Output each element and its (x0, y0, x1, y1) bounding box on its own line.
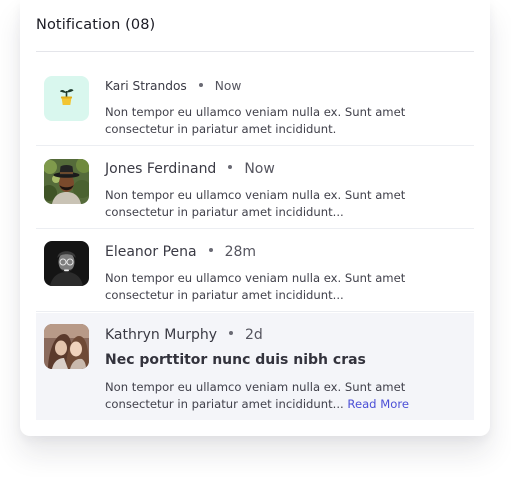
read-more-link[interactable]: Read More (347, 397, 409, 411)
person-photo-icon (44, 159, 89, 204)
separator-dot (198, 82, 203, 87)
message-line: consectetur in pariatur amet incididunt. (105, 122, 337, 136)
plant-pot-icon (60, 89, 74, 105)
sender-name: Jones Ferdinand (105, 161, 217, 177)
message-line: Non tempor eu ullamco veniam nulla ex. S… (105, 271, 406, 285)
sender-name: Eleanor Pena (105, 244, 197, 260)
name-time-row: Eleanor Pena 28m (105, 244, 256, 260)
message-line: Non tempor eu ullamco veniam nulla ex. S… (105, 380, 406, 394)
timestamp: Now (244, 161, 275, 177)
message-line: consectetur in pariatur amet incididunt.… (105, 288, 344, 302)
name-time-row: Kathryn Murphy 2d (105, 327, 263, 343)
separator-dot (208, 248, 213, 252)
notification-item-jones-ferdinand[interactable]: Jones Ferdinand Now Non tempor eu ullamco… (36, 146, 474, 229)
name-time-row: Kari Strandos Now (105, 79, 241, 93)
timestamp: Now (214, 79, 242, 93)
notification-item-kari-strandos[interactable]: Kari Strandos Now Non tempor eu ullamco v… (36, 63, 474, 146)
message-line: consectetur in pariatur amet incididunt.… (105, 205, 344, 219)
message-text: Non tempor eu ullamco veniam nulla ex. S… (105, 104, 465, 138)
message-line: Non tempor eu ullamco veniam nulla ex. S… (105, 105, 406, 119)
sender-name: Kathryn Murphy (105, 327, 217, 343)
person-photo-icon (44, 241, 89, 286)
timestamp: 28m (224, 244, 257, 260)
avatar (44, 324, 89, 369)
header-divider (36, 51, 474, 52)
separator-dot (229, 331, 233, 335)
avatar-plant-tile (44, 76, 89, 121)
separator-dot (228, 165, 233, 169)
avatar (44, 241, 89, 286)
message-line: consectetur in pariatur amet incididunt.… (105, 396, 465, 413)
sender-name: Kari Strandos (105, 79, 187, 93)
person-photo-icon (44, 324, 89, 369)
item-divider (36, 311, 474, 312)
message-line: Non tempor eu ullamco veniam nulla ex. S… (105, 188, 406, 202)
timestamp: 2d (245, 327, 263, 343)
message-text: Non tempor eu ullamco veniam nulla ex. S… (105, 270, 465, 304)
notification-title: Nec porttitor nunc duis nibh cras (105, 352, 366, 368)
notification-item-eleanor-pena[interactable]: Eleanor Pena 28m Non tempor eu ullamco ve… (36, 229, 474, 312)
name-time-row: Jones Ferdinand Now (105, 161, 275, 177)
avatar (44, 159, 89, 204)
message-text: Non tempor eu ullamco veniam nulla ex. S… (105, 187, 465, 221)
panel-title: Notification (08) (36, 17, 156, 33)
notification-item-kathryn-murphy[interactable]: Kathryn Murphy 2d Nec porttitor nunc duis… (36, 313, 474, 420)
message-text: Non tempor eu ullamco veniam nulla ex. S… (105, 379, 465, 413)
message-line-text: consectetur in pariatur amet incididunt.… (105, 397, 344, 411)
notification-panel: Notification (08) Kari Strandos Now Non t… (20, 0, 490, 436)
